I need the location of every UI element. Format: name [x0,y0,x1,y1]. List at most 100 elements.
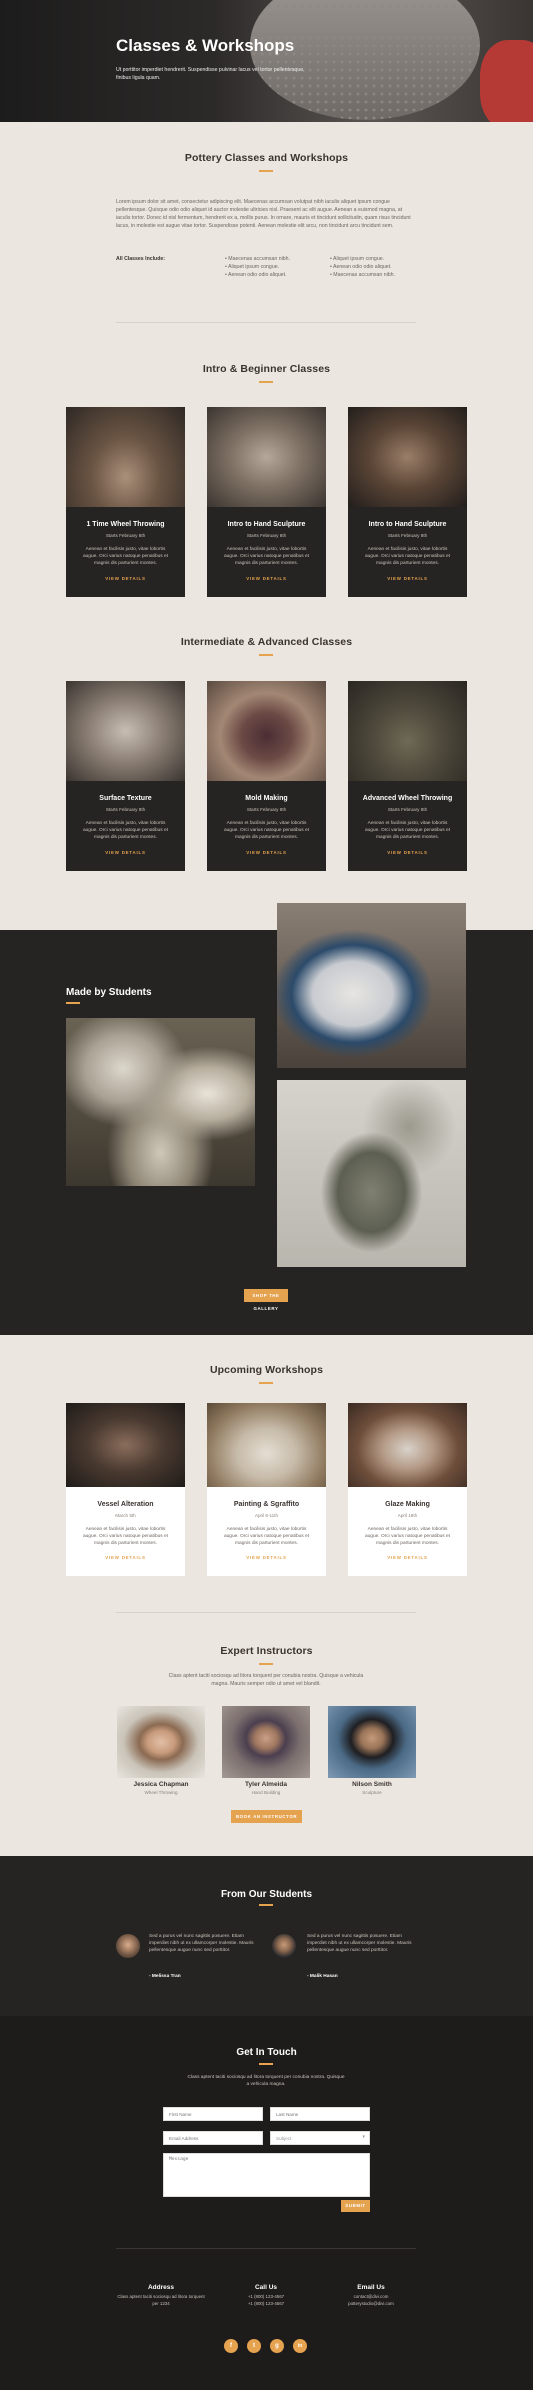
book-instructor-button[interactable]: BOOK AN INSTRUCTOR [231,1810,302,1823]
list-item: • Aliquet ipsum congue. [330,256,385,262]
footer-address-text: Class aptent taciti sociosqu ad litora t… [117,2294,205,2306]
workshop-card-title: Painting & Sgraffito [233,1501,300,1508]
view-details-link[interactable]: VIEW DETAILS [207,1555,326,1560]
contact-heading: Get In Touch [236,2047,297,2058]
hero-subtitle: Ut porttitor imperdiet hendrerit. Suspen… [116,67,305,81]
linkedin-icon[interactable]: in [293,2339,307,2353]
class-card-image [348,681,467,781]
gallery-image-bowls [277,1080,466,1267]
includes-label: All Classes Include: [116,256,166,262]
workshop-card-image [348,1403,467,1487]
class-card-image [207,407,326,507]
instructor-role: Wheel Throwing [144,1790,178,1795]
footer-call-title: Call Us [254,2284,278,2291]
beginner-heading: Intro & Beginner Classes [202,363,331,375]
workshop-card-text: Aenean et facilisis justo, vitae loborti… [223,1527,310,1546]
class-card-date: Starts February 8th [246,807,287,812]
workshops-heading-underline [259,1382,273,1384]
instructor-photo [117,1706,205,1778]
testimonial-quote: Sed a purus vel nunc sagittis posuere. E… [149,1934,254,1953]
intro-paragraph: Lorem ipsum dolor sit amet, consectetur … [116,199,411,229]
list-item: • Maecenas accumsan nibh. [330,272,395,278]
class-card-image [66,681,185,781]
footer-address-title: Address [147,2284,174,2291]
students-gallery-underline [66,1002,80,1004]
advanced-heading-underline [259,654,273,656]
class-card-date: Starts February 8th [387,533,428,538]
list-item: • Aenean odio odio aliquet. [330,264,392,270]
testimonials-heading: From Our Students [220,1889,313,1900]
includes-list-col1: • Maecenas accumsan nibh. • Aliquet ipsu… [225,255,320,279]
testimonial-author: - Melissa Tran [149,1974,181,1979]
testimonials-underline [259,1904,273,1906]
class-card-date: Starts February 8th [105,807,146,812]
workshop-card[interactable]: Painting & Sgraffito April 8-11th Aenean… [207,1403,326,1576]
includes-list-col2: • Aliquet ipsum congue. • Aenean odio od… [330,255,425,279]
class-card-date: Starts February 8th [105,533,146,538]
workshop-card[interactable]: Glaze Making April 18th Aenean et facili… [348,1403,467,1576]
divider [116,2248,416,2249]
divider [116,322,416,323]
twitter-icon[interactable]: t [247,2339,261,2353]
workshop-card-title: Vessel Alteration [97,1501,154,1508]
workshop-card-date: April 8-11th [254,1513,279,1518]
divider [116,1612,416,1613]
hero-hand-image [480,40,533,122]
instructors-heading-underline [259,1663,273,1665]
view-details-link[interactable]: VIEW DETAILS [66,850,185,855]
class-card-image [207,681,326,781]
advanced-heading: Intermediate & Advanced Classes [180,636,353,648]
class-card[interactable]: Intro to Hand Sculpture Starts February … [207,407,326,597]
class-card-text: Aenean et facilisis justo, vitae loborti… [364,821,451,840]
instructors-text: Class aptent taciti sociosqu ad litora t… [168,1673,364,1687]
class-card-image [66,407,185,507]
view-details-link[interactable]: VIEW DETAILS [348,576,467,581]
class-card[interactable]: Mold Making Starts February 8th Aenean e… [207,681,326,871]
intro-heading-underline [259,170,273,172]
class-card-image [348,407,467,507]
view-details-link[interactable]: VIEW DETAILS [207,576,326,581]
instructor-role: Hand Building [251,1790,281,1795]
hero-section: Classes & Workshops Ut porttitor imperdi… [0,0,533,122]
chevron-down-icon: ▾ [362,2134,365,2140]
testimonial-avatar [272,1934,296,1958]
contact-footer-section [0,2016,533,2390]
instructors-heading: Expert Instructors [220,1645,313,1657]
view-details-link[interactable]: VIEW DETAILS [66,1555,185,1560]
email-input[interactable] [163,2131,263,2145]
class-card[interactable]: 1 Time Wheel Throwing Starts February 8t… [66,407,185,597]
workshop-card-date: March 5th [115,1513,136,1518]
subject-select[interactable]: Subject ▾ [270,2131,370,2145]
footer-call-text: +1 (800) 123-4567 +1 (800) 123-4567 [247,2294,285,2306]
workshop-card[interactable]: Vessel Alteration March 5th Aenean et fa… [66,1403,185,1576]
class-card-title: Advanced Wheel Throwing [362,795,453,802]
last-name-input[interactable] [270,2107,370,2121]
class-card-title: 1 Time Wheel Throwing [86,521,165,528]
class-card-text: Aenean et facilisis justo, vitae loborti… [223,821,310,840]
first-name-input[interactable] [163,2107,263,2121]
message-textarea[interactable] [163,2153,370,2197]
instructor-photo [222,1706,310,1778]
intro-heading: Pottery Classes and Workshops [184,152,349,164]
view-details-link[interactable]: VIEW DETAILS [348,850,467,855]
list-item: • Aliquet ipsum congue. [225,264,280,270]
class-card-title: Mold Making [245,795,288,802]
testimonial-quote: Sed a purus vel nunc sagittis posuere. E… [307,1934,412,1953]
shop-gallery-button[interactable]: SHOP THE GALLERY [244,1289,288,1311]
class-card[interactable]: Intro to Hand Sculpture Starts February … [348,407,467,597]
facebook-icon[interactable]: f [224,2339,238,2353]
view-details-link[interactable]: VIEW DETAILS [207,850,326,855]
workshop-card-text: Aenean et facilisis justo, vitae loborti… [364,1527,451,1546]
class-card[interactable]: Surface Texture Starts February 8th Aene… [66,681,185,871]
contact-underline [259,2063,273,2065]
instructor-photo [328,1706,416,1778]
view-details-link[interactable]: VIEW DETAILS [66,576,185,581]
workshop-card-title: Glaze Making [385,1501,430,1508]
class-card-date: Starts February 8th [387,807,428,812]
google-plus-icon[interactable]: g [270,2339,284,2353]
view-details-link[interactable]: VIEW DETAILS [348,1555,467,1560]
class-card[interactable]: Advanced Wheel Throwing Starts February … [348,681,467,871]
submit-button[interactable]: SUBMIT [341,2200,370,2212]
workshop-card-image [207,1403,326,1487]
workshops-heading: Upcoming Workshops [209,1364,324,1376]
